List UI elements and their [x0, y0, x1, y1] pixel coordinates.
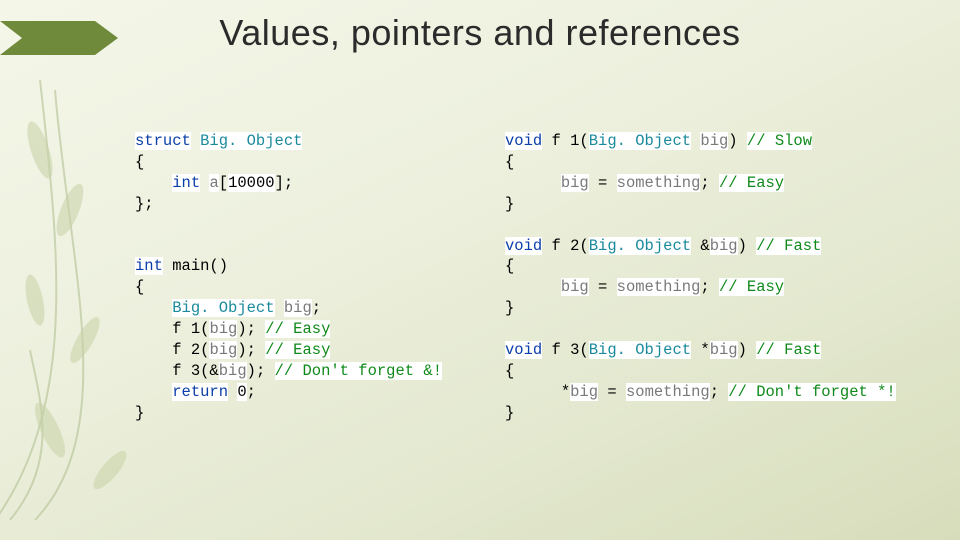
- id-big: big: [710, 341, 738, 359]
- kw-void: void: [505, 132, 542, 150]
- comment-easy: // Easy: [719, 278, 784, 296]
- slide-title: Values, pointers and references: [0, 12, 960, 54]
- punct: ): [738, 341, 747, 359]
- id-big: big: [209, 320, 237, 338]
- slide-body: struct Big. Object { int a[10000]; }; in…: [135, 110, 940, 510]
- op-star: *: [561, 383, 570, 401]
- kw-struct: struct: [135, 132, 191, 150]
- punct: [: [219, 174, 228, 192]
- fn-f2: f 2(: [552, 237, 589, 255]
- comment-fast: // Fast: [756, 237, 821, 255]
- id-something: something: [617, 174, 701, 192]
- brace: {: [505, 257, 514, 275]
- fn-main: main(): [172, 257, 228, 275]
- fn-f3: f 3(: [552, 341, 589, 359]
- id-big: big: [209, 341, 237, 359]
- type-bigobject: Big. Object: [589, 341, 691, 359]
- id-big: big: [570, 383, 598, 401]
- call-f1: f 1(: [172, 320, 209, 338]
- kw-void: void: [505, 341, 542, 359]
- brace: }: [505, 404, 514, 422]
- id-big: big: [700, 132, 728, 150]
- type-bigobject: Big. Object: [172, 299, 274, 317]
- brace: {: [135, 278, 144, 296]
- kw-return: return: [172, 383, 228, 401]
- comment-fast: // Fast: [756, 341, 821, 359]
- comment-easy: // Easy: [719, 174, 784, 192]
- id-something: something: [617, 278, 701, 296]
- code-left-column: struct Big. Object { int a[10000]; }; in…: [135, 110, 500, 445]
- id-something: something: [626, 383, 710, 401]
- comment-easy: // Easy: [265, 341, 330, 359]
- id-big: big: [219, 362, 247, 380]
- type-bigobject: Big. Object: [589, 237, 691, 255]
- punct: ): [738, 237, 747, 255]
- code-right-column: void f 1(Big. Object big) // Slow { big …: [505, 110, 945, 445]
- id-big: big: [561, 278, 589, 296]
- punct: ];: [275, 174, 294, 192]
- brace: };: [135, 195, 154, 213]
- op-eq: =: [607, 383, 616, 401]
- kw-void: void: [505, 237, 542, 255]
- id-big: big: [284, 299, 312, 317]
- type-bigobject: Big. Object: [200, 132, 302, 150]
- fn-f1: f 1(: [552, 132, 589, 150]
- comment-dont-forget-star: // Don't forget *!: [728, 383, 895, 401]
- brace: {: [505, 362, 514, 380]
- comment-dont-forget-amp: // Don't forget &!: [275, 362, 442, 380]
- call-f2: f 2(: [172, 341, 209, 359]
- kw-int: int: [135, 257, 163, 275]
- brace: {: [505, 153, 514, 171]
- num-10000: 10000: [228, 174, 275, 192]
- punct: );: [237, 320, 256, 338]
- brace: }: [505, 195, 514, 213]
- comment-slow: // Slow: [747, 132, 812, 150]
- op-amp: &: [700, 237, 709, 255]
- op-eq: =: [598, 174, 607, 192]
- type-bigobject: Big. Object: [589, 132, 691, 150]
- op-eq: =: [598, 278, 607, 296]
- brace: {: [135, 153, 144, 171]
- punct: ): [728, 132, 737, 150]
- num-0: 0: [237, 383, 246, 401]
- id-a: a: [209, 174, 218, 192]
- punct: );: [237, 341, 256, 359]
- punct: );: [247, 362, 266, 380]
- id-big: big: [561, 174, 589, 192]
- brace: }: [135, 404, 144, 422]
- kw-int: int: [172, 174, 200, 192]
- id-big: big: [710, 237, 738, 255]
- brace: }: [505, 299, 514, 317]
- call-f3: f 3(&: [172, 362, 219, 380]
- op-star: *: [700, 341, 709, 359]
- comment-easy: // Easy: [265, 320, 330, 338]
